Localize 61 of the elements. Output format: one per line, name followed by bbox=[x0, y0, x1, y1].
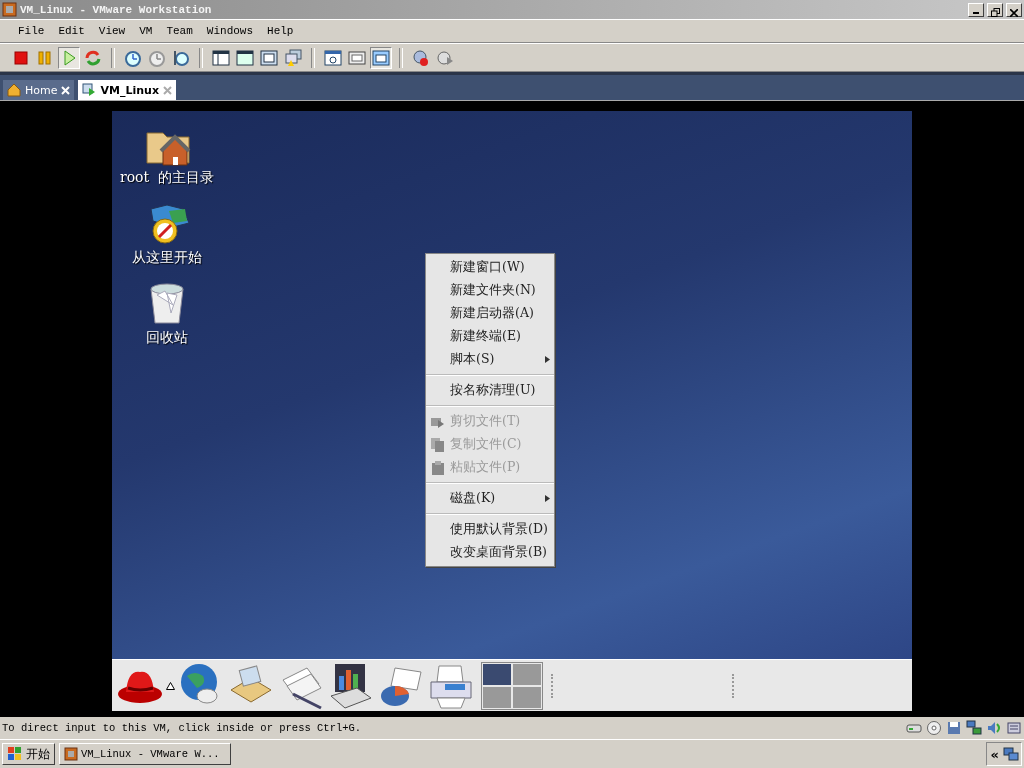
tab[interactable]: Home bbox=[3, 80, 75, 100]
reset-icon bbox=[84, 48, 102, 67]
minimize-button[interactable] bbox=[968, 2, 984, 17]
console-window-icon bbox=[348, 48, 366, 67]
window-expand-icon bbox=[236, 48, 254, 67]
desktop-icon-label[interactable]: 回收站 bbox=[146, 329, 188, 347]
window-title: VM_Linux - VMware Workstation bbox=[20, 3, 213, 16]
tab-label: VM_Linux bbox=[100, 83, 159, 97]
quick-switch-icon bbox=[372, 48, 390, 67]
restore-icon bbox=[990, 8, 1000, 17]
close-button[interactable] bbox=[1006, 2, 1022, 17]
network-computers-icon[interactable] bbox=[1003, 746, 1019, 762]
desktop-icon-label[interactable]: root 的主目录 bbox=[119, 169, 215, 187]
taskbar-button[interactable]: VM_Linux - VMware W... bbox=[59, 743, 231, 765]
restore-button[interactable] bbox=[987, 2, 1003, 17]
vmware-app-icon bbox=[2, 2, 17, 17]
menu-item[interactable]: 新建窗口(W) bbox=[426, 256, 554, 279]
menu-item[interactable]: 使用默认背景(D) bbox=[426, 518, 554, 541]
menu-item[interactable]: 新建文件夹(N) bbox=[426, 279, 554, 302]
pause-icon bbox=[36, 48, 54, 67]
windows-warning-icon bbox=[284, 48, 302, 67]
menu-item[interactable]: 新建启动器(A) bbox=[426, 302, 554, 325]
message-icon bbox=[1006, 720, 1022, 736]
paste-file-icon bbox=[430, 460, 445, 475]
sound-icon bbox=[986, 720, 1002, 736]
copy-file-icon bbox=[430, 437, 445, 452]
cd-icon bbox=[926, 720, 942, 736]
status-text: To direct input to this VM, click inside or press Ctrl+G. bbox=[2, 722, 363, 734]
windows-logo-icon bbox=[7, 746, 23, 762]
tray-expand-button[interactable]: « bbox=[988, 746, 1001, 762]
vmware-app-icon bbox=[64, 747, 78, 761]
menu-item[interactable]: 新建终端(E) bbox=[426, 325, 554, 348]
menu-item[interactable]: File bbox=[12, 23, 51, 39]
fullscreen-icon bbox=[260, 48, 278, 67]
menu-item[interactable]: Team bbox=[160, 23, 199, 39]
triangle-icon bbox=[166, 681, 175, 690]
snapshot-clock-icon bbox=[124, 48, 142, 67]
menu-item[interactable]: Edit bbox=[52, 23, 91, 39]
tab[interactable]: VM_Linux bbox=[78, 80, 176, 100]
menu-item[interactable]: 改变桌面背景(B) bbox=[426, 541, 554, 564]
menu-item[interactable]: Windows bbox=[200, 23, 260, 39]
workspace-switcher[interactable] bbox=[481, 661, 543, 710]
submenu-arrow-icon bbox=[545, 495, 550, 502]
sidebar-window-icon bbox=[212, 48, 230, 67]
menu-item[interactable]: VM bbox=[133, 23, 159, 39]
vm-play-icon bbox=[82, 83, 97, 97]
floppy-icon bbox=[946, 720, 962, 736]
menu-item[interactable]: Help bbox=[261, 23, 300, 39]
menu-item[interactable]: View bbox=[92, 23, 132, 39]
submenu-arrow-icon bbox=[545, 356, 550, 363]
start-button[interactable]: 开始 bbox=[2, 743, 55, 765]
menu-item[interactable]: 磁盘(K) bbox=[426, 487, 554, 510]
network-icon bbox=[966, 720, 982, 736]
tab-label: Home bbox=[25, 83, 58, 97]
close-icon bbox=[1010, 8, 1018, 17]
menu-item[interactable]: 脚本(S) bbox=[426, 348, 554, 371]
minimize-icon bbox=[973, 11, 979, 14]
stop-icon bbox=[12, 48, 30, 67]
house-icon bbox=[7, 83, 21, 97]
menu-item[interactable]: 按名称清理(U) bbox=[426, 379, 554, 402]
desktop-icon-label[interactable]: 从这里开始 bbox=[132, 249, 202, 267]
